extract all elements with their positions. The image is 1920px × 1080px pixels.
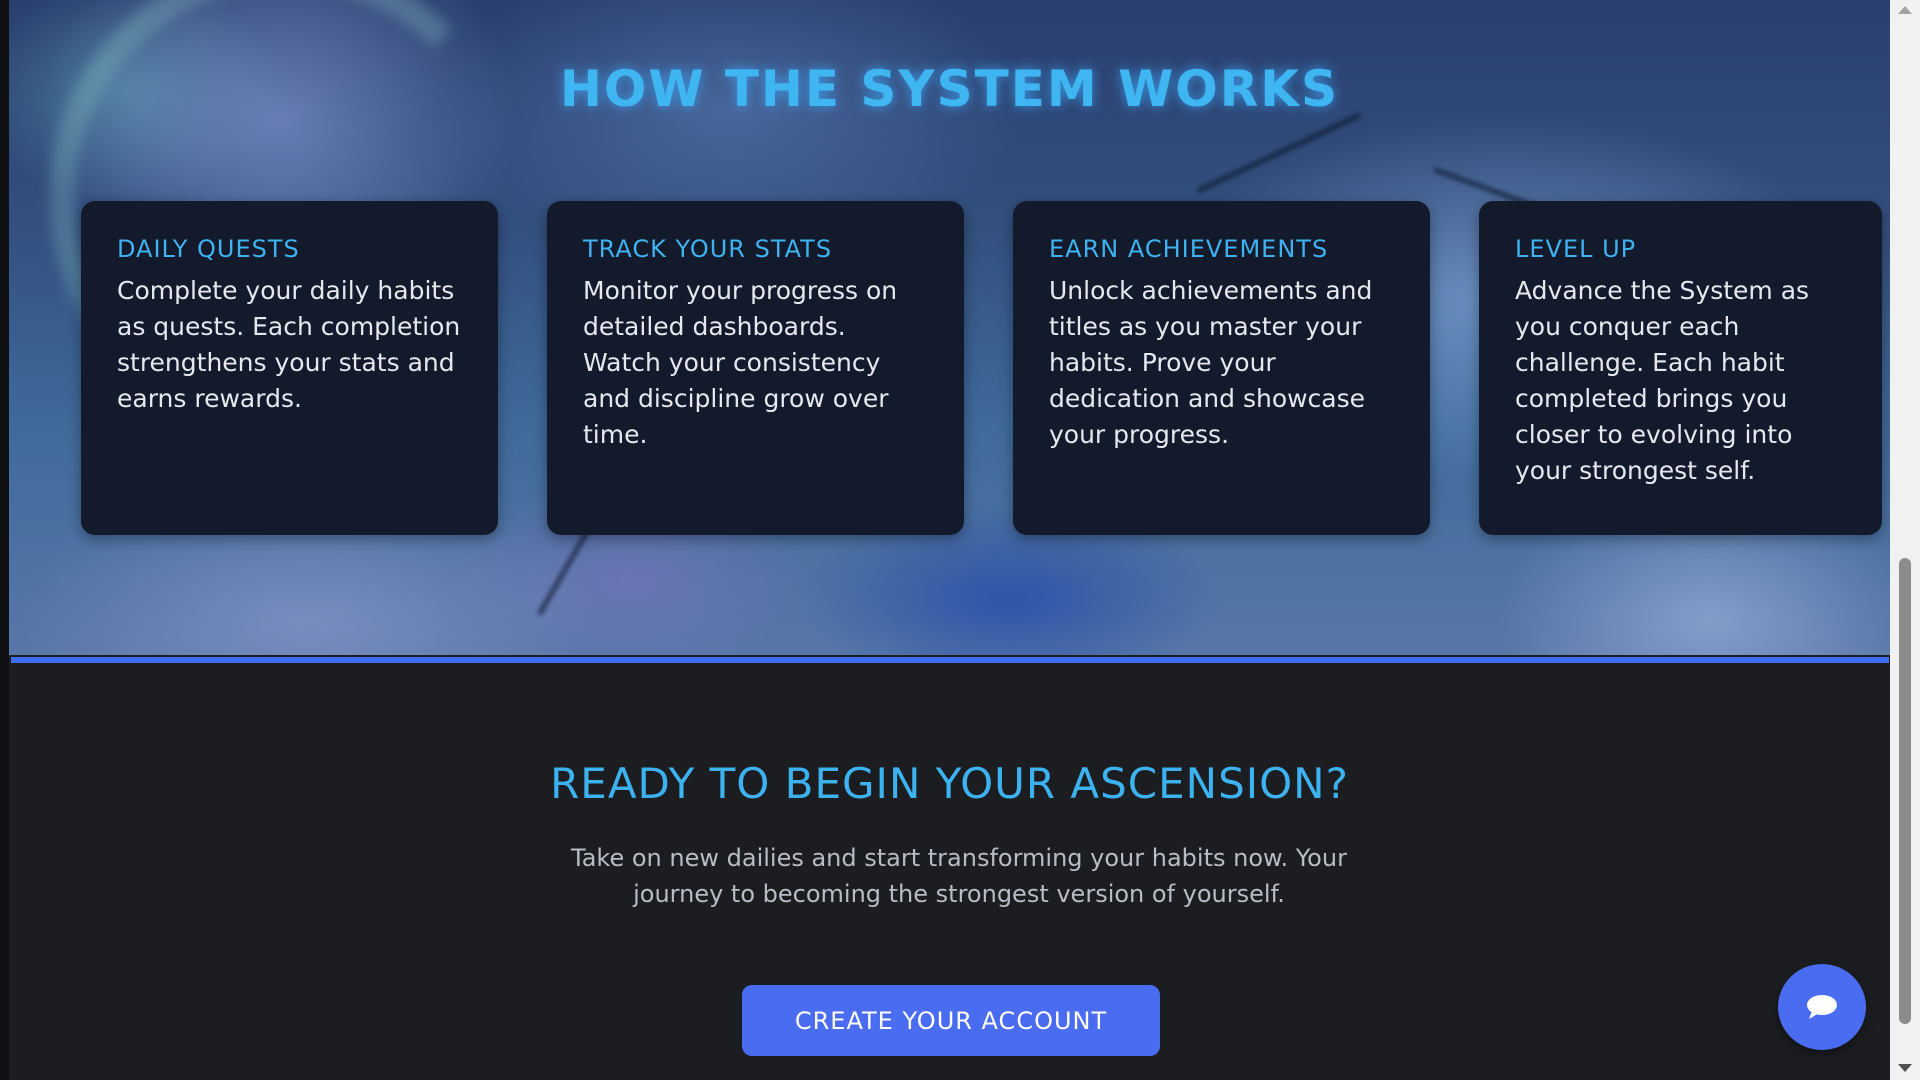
scrollbar-thumb[interactable] bbox=[1899, 558, 1911, 1024]
vertical-scrollbar[interactable] bbox=[1890, 0, 1920, 1080]
card-text: Monitor your progress on detailed dashbo… bbox=[583, 276, 898, 449]
background-art-streak bbox=[1196, 112, 1362, 194]
card-title: EARN ACHIEVEMENTS bbox=[1049, 235, 1329, 263]
page: HOW THE SYSTEM WORKS DAILY QUESTS Comple… bbox=[0, 0, 1920, 1080]
card-title: LEVEL UP bbox=[1515, 235, 1637, 263]
how-it-works-section: HOW THE SYSTEM WORKS DAILY QUESTS Comple… bbox=[9, 0, 1890, 655]
cta-text: Take on new dailies and start transformi… bbox=[571, 844, 1347, 908]
chat-bubble-icon bbox=[1807, 995, 1837, 1019]
card-title: TRACK YOUR STATS bbox=[583, 235, 833, 263]
left-edge bbox=[0, 0, 9, 1080]
scroll-up-arrow-icon[interactable] bbox=[1898, 6, 1912, 14]
feature-card-track-stats: TRACK YOUR STATS Monitor your progress o… bbox=[547, 201, 964, 535]
create-account-button[interactable]: CREATE YOUR ACCOUNT bbox=[742, 985, 1160, 1056]
feature-card-level-up: LEVEL UP Advance the System as you conqu… bbox=[1479, 201, 1882, 535]
card-text: Unlock achievements and titles as you ma… bbox=[1049, 276, 1373, 449]
cta-section: READY TO BEGIN YOUR ASCENSION? Take on n… bbox=[9, 663, 1890, 1080]
card-text: Advance the System as you conquer each c… bbox=[1515, 276, 1810, 485]
card-text: Complete your daily habits as quests. Ea… bbox=[117, 276, 461, 413]
cta-title: READY TO BEGIN YOUR ASCENSION? bbox=[550, 759, 1349, 808]
feature-card-daily-quests: DAILY QUESTS Complete your daily habits … bbox=[81, 201, 498, 535]
section-title: HOW THE SYSTEM WORKS bbox=[560, 60, 1339, 118]
scroll-down-arrow-icon[interactable] bbox=[1898, 1064, 1912, 1072]
feature-card-achievements: EARN ACHIEVEMENTS Unlock achievements an… bbox=[1013, 201, 1430, 535]
card-title: DAILY QUESTS bbox=[117, 235, 300, 263]
chat-button[interactable] bbox=[1778, 964, 1866, 1050]
